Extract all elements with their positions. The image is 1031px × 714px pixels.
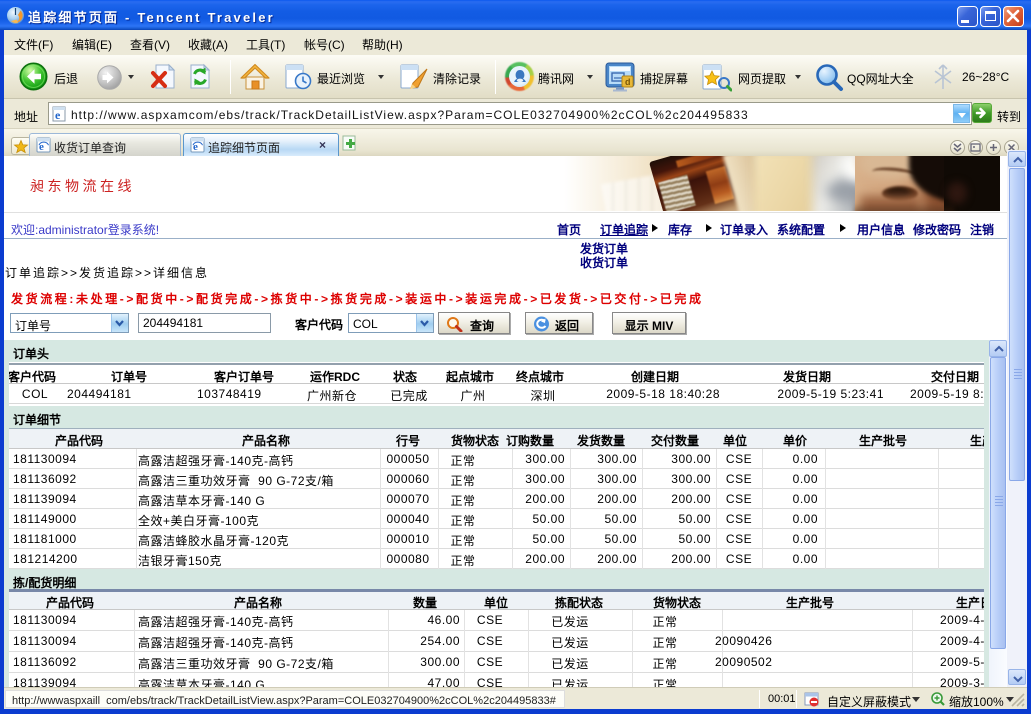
svg-text:d: d <box>625 77 631 87</box>
svg-text:e: e <box>55 108 61 122</box>
